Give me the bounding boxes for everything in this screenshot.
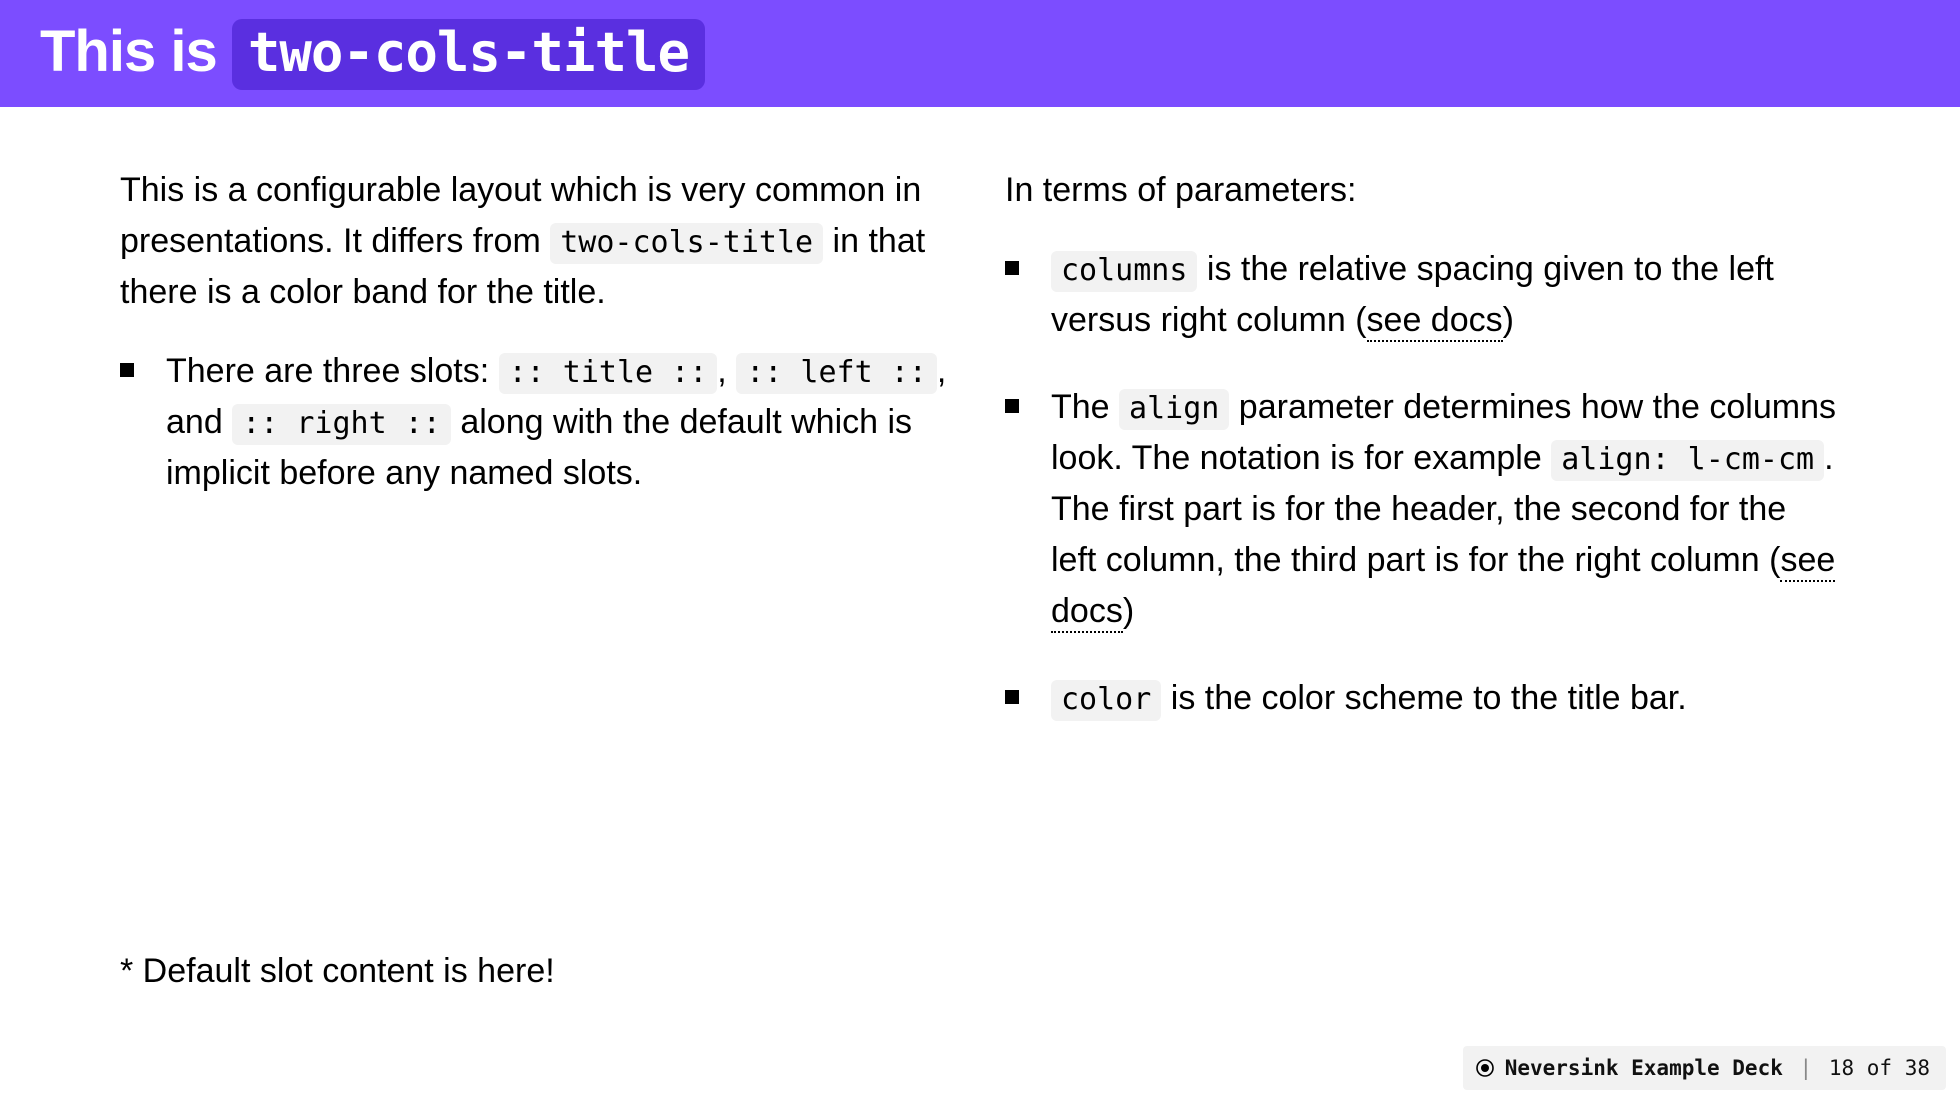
left-bullet-list: There are three slots: :: title ::, :: l… (120, 346, 955, 499)
left-column: This is a configurable layout which is v… (120, 165, 955, 760)
left-bullet-1: There are three slots: :: title ::, :: l… (166, 346, 955, 499)
pager-deck-name: Neversink Example Deck (1505, 1056, 1783, 1080)
left-intro-paragraph: This is a configurable layout which is v… (120, 165, 955, 318)
right-intro-paragraph: In terms of parameters: (1005, 165, 1840, 216)
right-bullet-1: columns is the relative spacing given to… (1051, 244, 1840, 346)
right-bullet-2: The align parameter determines how the c… (1051, 382, 1840, 637)
pager-separator: | (1800, 1056, 1813, 1080)
pager: Neversink Example Deck | 18 of 38 (1463, 1046, 1946, 1090)
code-align-example: align: l-cm-cm (1551, 440, 1824, 481)
code-two-cols-title: two-cols-title (550, 223, 823, 264)
code-align: align (1119, 389, 1229, 430)
slide-body: This is a configurable layout which is v… (0, 107, 1960, 760)
pager-position: 18 of 38 (1829, 1056, 1930, 1080)
default-slot-footnote: * Default slot content is here! (120, 952, 555, 991)
slide-title-bar: This is two-cols-title (0, 0, 1960, 107)
code-columns: columns (1051, 251, 1197, 292)
code-slot-title: :: title :: (499, 353, 718, 394)
title-prefix: This is (40, 19, 232, 84)
link-see-docs-1[interactable]: see docs (1367, 301, 1503, 342)
right-bullet-list: columns is the relative spacing given to… (1005, 244, 1840, 724)
code-slot-right: :: right :: (232, 404, 451, 445)
right-column: In terms of parameters: columns is the r… (1005, 165, 1840, 760)
right-bullet-3: color is the color scheme to the title b… (1051, 673, 1840, 724)
target-icon (1475, 1058, 1495, 1078)
title-code: two-cols-title (232, 19, 705, 90)
code-color: color (1051, 680, 1161, 721)
code-slot-left: :: left :: (736, 353, 937, 394)
